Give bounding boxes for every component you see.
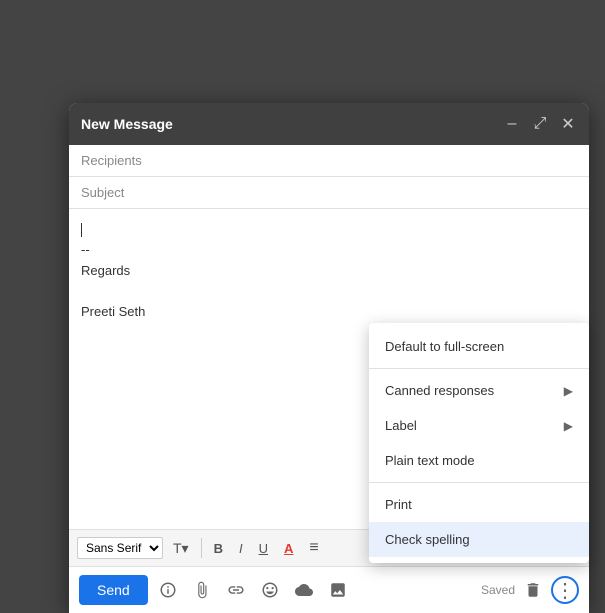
saved-text: Saved <box>481 583 515 597</box>
align-button[interactable]: ≡ <box>303 536 324 560</box>
bold-button[interactable]: B <box>208 538 229 559</box>
send-button[interactable]: Send <box>79 575 148 605</box>
recipients-field[interactable] <box>69 145 589 177</box>
cursor <box>81 223 82 237</box>
underline-button[interactable]: U <box>253 538 274 559</box>
footer-right: Saved ⋮ <box>481 576 579 604</box>
font-size-button[interactable]: T▾ <box>167 537 195 560</box>
signature-line4: Preeti Seth <box>81 304 145 319</box>
menu-item-spelling[interactable]: Check spelling <box>369 522 589 557</box>
attachment-icon[interactable] <box>188 576 216 604</box>
menu-item-fullscreen[interactable]: Default to full-screen <box>369 329 589 364</box>
menu-item-plain-text[interactable]: Plain text mode <box>369 443 589 478</box>
expand-icon[interactable]: ⤢ <box>531 115 549 133</box>
delete-icon[interactable] <box>519 576 547 604</box>
subject-field[interactable] <box>69 177 589 209</box>
toolbar-separator-1 <box>201 538 202 558</box>
font-family-select[interactable]: Sans Serif <box>77 537 163 559</box>
subject-input[interactable] <box>81 185 577 200</box>
compose-header: New Message – ⤢ ✕ <box>69 103 589 145</box>
italic-button[interactable]: I <box>233 538 249 559</box>
link-icon[interactable] <box>222 576 250 604</box>
dropdown-menu: Default to full-screen Canned responses … <box>369 323 589 563</box>
compose-window: New Message – ⤢ ✕ -- Regards Preeti Seth… <box>69 103 589 613</box>
recipients-input[interactable] <box>81 153 577 168</box>
menu-divider-2 <box>369 482 589 483</box>
photo-icon[interactable] <box>324 576 352 604</box>
canned-arrow-icon: ▶ <box>564 384 573 398</box>
close-icon[interactable]: ✕ <box>559 115 577 133</box>
compose-footer: Send Saved ⋮ <box>69 566 589 613</box>
signature-line2: Regards <box>81 263 130 278</box>
compose-title: New Message <box>81 116 173 132</box>
more-options-button[interactable]: ⋮ <box>551 576 579 604</box>
menu-item-canned[interactable]: Canned responses ▶ <box>369 373 589 408</box>
drive-icon[interactable] <box>290 576 318 604</box>
menu-item-print[interactable]: Print <box>369 487 589 522</box>
emoji-icon[interactable] <box>256 576 284 604</box>
minimize-icon[interactable]: – <box>503 115 521 133</box>
text-color-button[interactable]: A <box>278 538 299 559</box>
format-icon[interactable] <box>154 576 182 604</box>
signature-line1: -- <box>81 242 90 257</box>
menu-item-label[interactable]: Label ▶ <box>369 408 589 443</box>
header-icons: – ⤢ ✕ <box>503 115 577 133</box>
menu-divider-1 <box>369 368 589 369</box>
label-arrow-icon: ▶ <box>564 419 573 433</box>
